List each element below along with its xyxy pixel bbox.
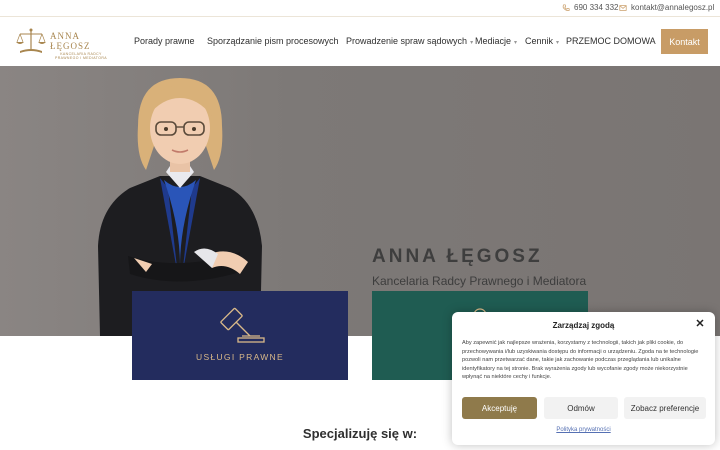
site-logo[interactable]: ANNA ŁĘGOSZ KANCELARIA RADCY PRAWNEGO I … — [14, 27, 112, 60]
logo-subtitle: KANCELARIA RADCY PRAWNEGO I MEDIATORA — [54, 52, 108, 60]
cookie-consent-modal: Zarządzaj zgodą ✕ Aby zapewnić jak najle… — [452, 312, 715, 445]
phone-number: 690 334 332 — [574, 3, 619, 12]
top-contact-bar: 690 334 332 kontakt@annalegosz.pl — [0, 0, 720, 17]
envelope-icon — [619, 4, 627, 11]
gavel-icon — [220, 307, 265, 343]
phone-contact[interactable]: 690 334 332 — [562, 3, 619, 12]
hero-subtitle: Kancelaria Radcy Prawnego i Mediatora — [372, 274, 587, 288]
chevron-down-icon: ▾ — [514, 40, 518, 46]
nav-item-porady-prawne[interactable]: Porady prawne — [134, 36, 195, 46]
nav-label: Mediacje — [475, 36, 512, 46]
cookie-title: Zarządzaj zgodą — [552, 321, 615, 330]
nav-item-przemoc-domowa[interactable]: PRZEMOC DOMOWA — [566, 36, 656, 46]
nav-label: Porady prawne — [134, 36, 195, 46]
nav-label: PRZEMOC DOMOWA — [566, 36, 656, 46]
phone-icon — [562, 3, 570, 11]
nav-label: Sporządzanie pism procesowych — [207, 36, 339, 46]
nav-label: Prowadzenie spraw sądowych — [346, 36, 468, 46]
cookie-body-text: Aby zapewnić jak najlepsze wrażenia, kor… — [462, 340, 699, 380]
scales-of-justice-icon — [16, 28, 46, 53]
view-preferences-button[interactable]: Zobacz preferencje — [624, 397, 706, 419]
chevron-down-icon: ▾ — [556, 40, 560, 46]
logo-name: ANNA ŁĘGOSZ — [50, 31, 91, 51]
contact-button[interactable]: Kontakt — [661, 29, 708, 54]
nav-label: Cennik — [525, 36, 554, 46]
email-address: kontakt@annalegosz.pl — [631, 3, 715, 12]
logo-text: ANNA ŁĘGOSZ KANCELARIA RADCY PRAWNEGO I … — [50, 31, 112, 60]
email-contact[interactable]: kontakt@annalegosz.pl — [619, 3, 714, 12]
accept-cookies-button[interactable]: Akceptuję — [462, 397, 537, 419]
nav-item-sprawy-sadowe[interactable]: Prowadzenie spraw sądowych ▾ — [346, 36, 473, 46]
nav-item-pisma-procesowe[interactable]: Sporządzanie pism procesowych — [207, 36, 339, 46]
hero-title: ANNA ŁĘGOSZ — [372, 246, 543, 267]
nav-item-cennik[interactable]: Cennik ▾ — [525, 36, 559, 46]
close-icon[interactable]: ✕ — [695, 319, 705, 330]
legal-services-label: USŁUGI PRAWNE — [196, 352, 284, 362]
nav-item-mediacje[interactable]: Mediacje ▾ — [475, 36, 517, 46]
privacy-policy-link[interactable]: Polityka prywatności — [452, 427, 715, 433]
site-header: ANNA ŁĘGOSZ KANCELARIA RADCY PRAWNEGO I … — [0, 17, 720, 66]
chevron-down-icon: ▾ — [470, 40, 474, 46]
reject-cookies-button[interactable]: Odmów — [544, 397, 618, 419]
